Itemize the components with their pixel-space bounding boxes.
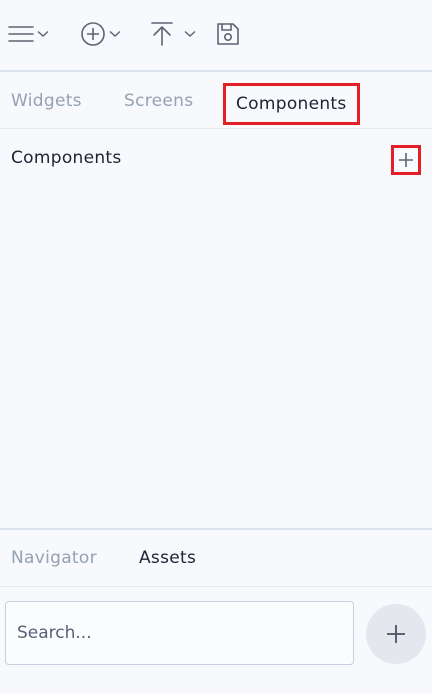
hamburger-menu-icon [8, 26, 34, 42]
menu-dropdown-button[interactable] [8, 18, 49, 50]
tab-screens[interactable]: Screens [124, 72, 193, 129]
plus-icon [399, 153, 413, 167]
chevron-down-icon [184, 30, 196, 37]
add-asset-button[interactable] [366, 604, 426, 664]
chevron-down-icon [109, 30, 121, 37]
search-input[interactable] [5, 601, 354, 665]
tab-components[interactable]: Components [223, 83, 360, 125]
save-button[interactable] [216, 18, 240, 50]
panel-title: Components [11, 148, 122, 168]
add-dropdown-button[interactable] [80, 18, 121, 50]
tab-assets[interactable]: Assets [139, 530, 196, 586]
tab-widgets[interactable]: Widgets [11, 72, 82, 129]
plus-icon [387, 625, 405, 643]
tab-navigator[interactable]: Navigator [11, 530, 97, 586]
save-disk-icon [217, 23, 239, 45]
bottom-tabs: Navigator Assets [0, 530, 432, 586]
chevron-down-icon [37, 30, 49, 37]
upload-arrow-icon [151, 22, 173, 46]
bottom-tabs-divider [0, 586, 432, 587]
tabs-divider [0, 128, 432, 129]
plus-circle-icon [81, 22, 105, 46]
upload-dropdown-button[interactable] [150, 18, 196, 50]
add-component-button[interactable] [391, 145, 421, 175]
panel-tabs: Widgets Screens Components [0, 72, 432, 129]
top-toolbar [0, 0, 432, 70]
